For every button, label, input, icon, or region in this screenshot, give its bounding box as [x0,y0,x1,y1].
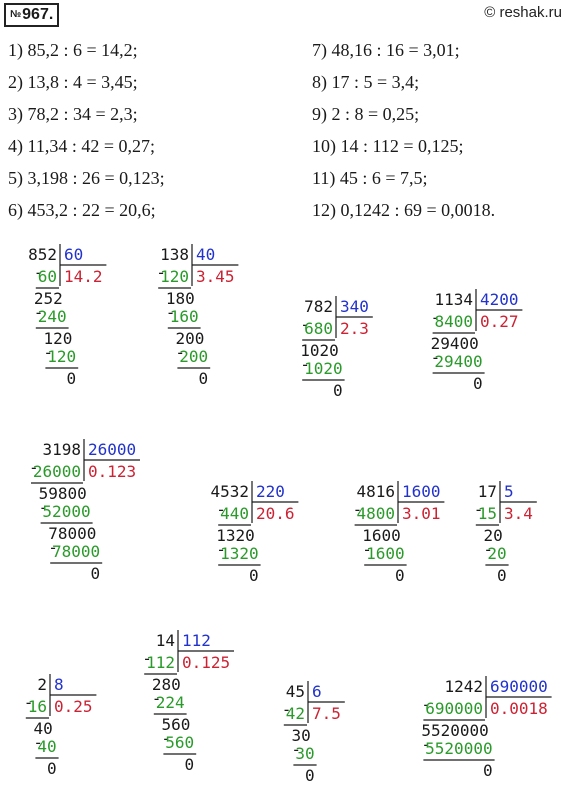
quotient: 14.2 [64,267,103,286]
dividend: 17 [478,482,497,501]
dividend: 852 [28,245,57,264]
divisor: 112 [182,631,211,650]
dividend: 3198 [42,440,81,459]
subtrahend: 78000 [52,542,100,561]
subtrahend: 240 [38,307,67,326]
quotient: 0.125 [182,653,230,672]
quotient: 3.4 [504,504,533,523]
quotient: 0.123 [88,462,136,481]
subtrahend: 4800 [356,504,395,523]
quotient: 3.45 [196,267,235,286]
subtrahend: 52000 [42,502,90,521]
quotient: 0.0018 [490,699,548,718]
subtrahend: 690000 [425,699,483,718]
subtrahend: 224 [156,693,185,712]
divisor: 8 [54,675,64,694]
dividend: 1134 [434,290,473,309]
subtrahend: 15 [478,504,497,523]
quotient: 0.25 [54,697,93,716]
dividend: 782 [304,297,333,316]
remainder: 0 [67,369,77,388]
remainder: 0 [47,759,57,778]
divisor: 6 [312,682,322,701]
dividend: 14 [156,631,175,650]
subtrahend: 40 [37,737,56,756]
dividend: 2 [37,675,47,694]
subtrahend: 16 [28,697,47,716]
divisor: 340 [340,297,369,316]
subtrahend: 1320 [220,544,259,563]
divisor: 5 [504,482,514,501]
subtrahend: 120 [160,267,189,286]
remainder: 0 [483,761,493,780]
remainder: 0 [185,755,195,774]
divisor: 40 [196,245,215,264]
subtrahend: 160 [170,307,199,326]
subtrahend: 680 [304,319,333,338]
subtrahend: 26000 [33,462,81,481]
remainder: 0 [497,566,507,585]
subtrahend: 20 [487,544,506,563]
quotient: 3.01 [402,504,441,523]
subtrahend: 30 [295,744,314,763]
subtrahend: 5520000 [425,739,492,758]
remainder: 5520000 [421,721,488,740]
dividend: 1242 [444,677,483,696]
dividend: 4816 [356,482,395,501]
remainder: 0 [91,564,101,583]
long-division-workings: 852 6014.2-60252-240120-1200138 403.45-120… [24,244,552,785]
subtrahend: 8400 [434,312,473,331]
subtrahend: 560 [165,733,194,752]
subtrahend: 1020 [304,359,343,378]
subtrahend: 42 [286,704,305,723]
quotient: 7.5 [312,704,341,723]
remainder: 0 [473,374,483,393]
dividend: 4532 [210,482,249,501]
remainder: 0 [249,566,259,585]
subtrahend: 1600 [366,544,405,563]
subtrahend: 60 [38,267,57,286]
subtrahend: 440 [220,504,249,523]
divisor: 4200 [480,290,519,309]
quotient: 0.27 [480,312,519,331]
divisor: 220 [256,482,285,501]
remainder: 0 [395,566,405,585]
quotient: 2.3 [340,319,369,338]
dividend: 138 [160,245,189,264]
remainder: 0 [305,766,315,785]
subtrahend: 112 [146,653,175,672]
divisor: 26000 [88,440,136,459]
divisor: 60 [64,245,83,264]
subtrahend: 200 [179,347,208,366]
divisor: 1600 [402,482,441,501]
remainder: 0 [333,381,343,400]
quotient: 20.6 [256,504,295,523]
subtrahend: 120 [47,347,76,366]
subtrahend: 29400 [434,352,482,371]
dividend: 45 [286,682,305,701]
remainder: 0 [199,369,209,388]
divisor: 690000 [490,677,548,696]
